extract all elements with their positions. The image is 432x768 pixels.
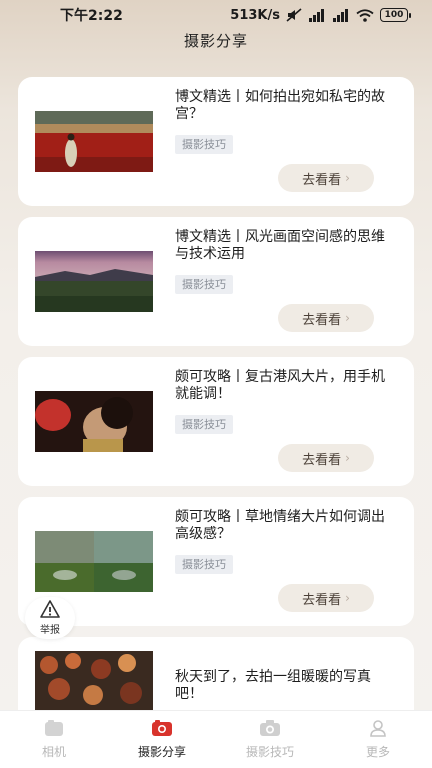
tab-camera[interactable]: 相机 [0,711,108,768]
status-bar: 下午2:22 513K/s 100 [0,0,432,30]
article-tag: 摄影技巧 [175,555,233,574]
tab-photo-share[interactable]: 摄影分享 [108,711,216,768]
camera-app-icon [44,719,64,740]
view-button[interactable]: 去看看 › [278,304,374,332]
tab-label: 相机 [41,745,66,759]
article-title: 博文精选丨如何拍出宛如私宅的故宫？ [175,89,385,122]
mute-icon [286,8,302,22]
article-thumbnail [35,651,153,711]
article-thumbnail [35,251,153,312]
article-title: 博文精选丨风光画面空间感的思维与技术运用 [175,229,385,262]
chevron-right-icon: › [345,591,350,605]
article-title: 秋天到了，去拍一组暖暖的写真吧！ [175,669,371,702]
article-tag: 摄影技巧 [175,275,233,294]
chevron-right-icon: › [345,171,350,185]
wifi-icon [356,8,374,22]
status-indicators: 513K/s 100 [230,7,411,23]
view-button[interactable]: 去看看 › [278,584,374,612]
signal-icon [308,8,326,22]
article-card[interactable]: 颇可攻略丨草地情绪大片如何调出高级感？ 摄影技巧 去看看 › [18,497,414,626]
article-list: 博文精选丨如何拍出宛如私宅的故宫？ 摄影技巧 去看看 › 博文精选丨风光画面空间… [18,77,414,768]
view-button-label: 去看看 [302,312,342,328]
battery-level: 100 [384,10,404,20]
tab-bar: 相机 摄影分享 摄影技巧 更多 [0,710,432,768]
camera-icon [259,719,281,740]
chevron-right-icon: › [345,451,350,465]
network-speed: 513K/s [230,7,280,23]
article-card[interactable]: 博文精选丨风光画面空间感的思维与技术运用 摄影技巧 去看看 › [18,217,414,346]
warning-icon [40,600,60,621]
tab-label: 摄影分享 [137,745,186,759]
article-thumbnail [35,391,153,452]
view-button-label: 去看看 [302,172,342,188]
status-time: 下午2:22 [60,8,123,24]
article-tag: 摄影技巧 [175,135,233,154]
view-button[interactable]: 去看看 › [278,164,374,192]
tab-more[interactable]: 更多 [324,711,432,768]
view-button[interactable]: 去看看 › [278,444,374,472]
tab-label: 摄影技巧 [245,745,294,759]
article-card[interactable]: 博文精选丨如何拍出宛如私宅的故宫？ 摄影技巧 去看看 › [18,77,414,206]
article-card[interactable]: 颇可攻略丨复古港风大片，用手机就能调！ 摄影技巧 去看看 › [18,357,414,486]
page-title: 摄影分享 [183,32,248,50]
chevron-right-icon: › [345,311,350,325]
user-icon [368,719,388,740]
tab-label: 更多 [365,745,390,759]
report-button[interactable]: 举报 [25,597,75,639]
report-label: 举报 [40,625,60,636]
article-thumbnail [35,531,153,592]
share-icon [151,719,173,740]
view-button-label: 去看看 [302,592,342,608]
signal-icon-2 [332,8,350,22]
article-thumbnail [35,111,153,172]
battery-icon: 100 [380,8,411,22]
article-title: 颇可攻略丨草地情绪大片如何调出高级感？ [175,509,385,542]
tab-photo-tips[interactable]: 摄影技巧 [216,711,324,768]
article-tag: 摄影技巧 [175,415,233,434]
article-title: 颇可攻略丨复古港风大片，用手机就能调！ [175,369,385,402]
view-button-label: 去看看 [302,452,342,468]
